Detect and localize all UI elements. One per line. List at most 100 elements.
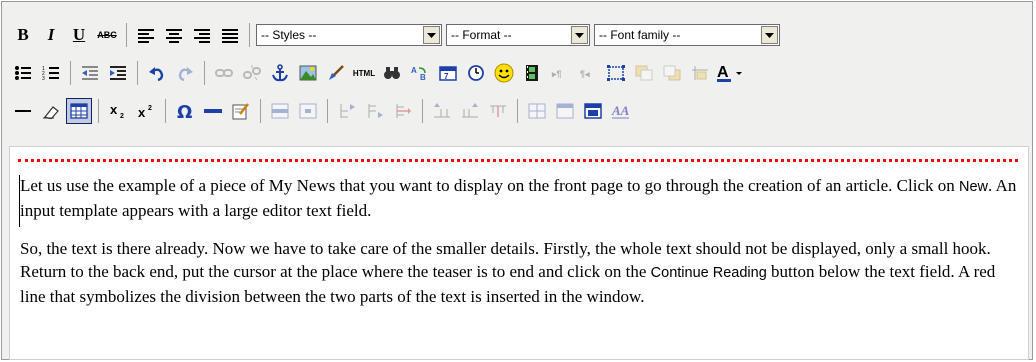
split-cells-button[interactable] [524,98,550,124]
ltr-icon: ▸¶ [551,69,562,79]
paragraph: So, the text is there already. Now we ha… [20,239,996,306]
chevron-down-icon [761,26,778,44]
search-replace-button[interactable] [379,60,405,86]
svg-text:3: 3 [42,76,45,81]
align-left-icon [138,29,154,43]
insert-row-after-icon [368,104,383,118]
svg-text:AA: AA [611,103,630,118]
horizontal-rule-icon [15,110,31,112]
toolbar-separator [249,23,250,47]
merge-cells-icon [556,103,574,119]
insert-col-before-button[interactable] [429,98,455,124]
move-backward-button[interactable] [659,60,685,86]
font-color-button[interactable]: A [715,60,747,86]
continue-reading-reference: Continue Reading [650,265,767,281]
numbered-list-button[interactable]: 123 [38,60,64,86]
insert-time-button[interactable] [463,60,489,86]
delete-row-button[interactable] [390,98,416,124]
toggle-guidelines-button[interactable] [66,98,92,124]
cleanup-button[interactable] [323,60,349,86]
horizontal-line-icon [204,109,222,113]
insert-row-after-button[interactable] [362,98,388,124]
edit-attributes-button[interactable] [228,98,254,124]
bold-button[interactable]: B [10,22,36,48]
svg-text:Ω: Ω [177,102,192,120]
insert-image-button[interactable] [295,60,321,86]
delete-col-button[interactable] [485,98,511,124]
underline-button[interactable]: U [66,22,92,48]
table-row-props-button[interactable] [267,98,293,124]
font-family-select[interactable]: -- Font family -- [594,24,780,46]
insert-link-button[interactable] [211,60,237,86]
replace-button[interactable]: AB [407,60,433,86]
redo-button[interactable] [172,60,198,86]
horizontal-rule-button[interactable] [10,98,36,124]
svg-text:A: A [411,66,417,75]
toolbar-separator [70,61,71,85]
table-cell-props-icon [299,103,317,119]
table-grid-icon [70,103,88,119]
replace-icon: AB [411,66,426,81]
format-select[interactable]: -- Format -- [446,24,590,46]
new-button-reference: New [958,179,988,195]
font-family-select-value: -- Font family -- [599,28,681,42]
absolute-position-button[interactable] [687,60,713,86]
table-cell-props-button[interactable] [295,98,321,124]
insert-emoticon-button[interactable] [491,60,517,86]
subscript-icon: x2 [110,103,124,119]
move-forward-button[interactable] [631,60,657,86]
merge-cells-button[interactable] [552,98,578,124]
toolbar-row-3: x2 x2 Ω AA [10,96,636,126]
delete-row-icon [396,104,411,118]
align-justify-button[interactable] [217,22,243,48]
insert-date-button[interactable]: 7 [435,60,461,86]
anchor-button[interactable] [267,60,293,86]
rtl-button[interactable]: ¶◂ [575,60,601,86]
clock-icon [468,65,484,81]
unlink-button[interactable] [239,60,265,86]
italic-button[interactable]: I [38,22,64,48]
align-center-button[interactable] [161,22,187,48]
styles-select-value: -- Styles -- [261,28,317,42]
tinymce-editor: B I U ABC -- Styles -- -- Format -- -- F… [1,1,1033,360]
indent-icon [110,66,126,80]
binoculars-icon [384,67,400,79]
numbered-list-icon: 123 [42,66,59,81]
superscript-button[interactable]: x2 [133,98,159,124]
smiley-icon [494,63,514,83]
indent-button[interactable] [105,60,131,86]
insert-hr-block-button[interactable] [200,98,226,124]
insert-table-button[interactable] [580,98,606,124]
calendar-icon: 7 [439,66,457,81]
undo-icon [149,67,164,81]
styles-select[interactable]: -- Styles -- [256,24,442,46]
toolbar-row-1: B I U ABC -- Styles -- -- Format -- -- F… [10,20,784,50]
align-right-button[interactable] [189,22,215,48]
svg-text:▸¶: ▸¶ [551,69,562,79]
insert-col-before-icon [434,103,450,118]
insert-media-button[interactable] [519,60,545,86]
remove-format-button[interactable] [38,98,64,124]
outdent-button[interactable] [77,60,103,86]
ltr-button[interactable]: ▸¶ [547,60,573,86]
align-left-button[interactable] [133,22,159,48]
paragraph: Let us use the example of a piece of My … [20,176,1017,220]
subscript-button[interactable]: x2 [105,98,131,124]
bullet-list-button[interactable] [10,60,36,86]
html-source-button[interactable]: HTML [351,60,377,86]
editor-content-area[interactable]: Let us use the example of a piece of My … [9,146,1029,360]
toolbar-separator [260,99,261,123]
insert-col-after-button[interactable] [457,98,483,124]
insert-row-before-button[interactable] [334,98,360,124]
film-strip-icon [526,65,538,81]
strikethrough-button[interactable]: ABC [94,22,120,48]
toolbar-separator [126,23,127,47]
insert-layer-button[interactable] [603,60,629,86]
outdent-icon [82,66,98,80]
special-character-button[interactable]: Ω [172,98,198,124]
toolbar-separator [98,99,99,123]
undo-button[interactable] [144,60,170,86]
insert-col-after-icon [462,103,478,118]
toolbar-separator [517,99,518,123]
styles-props-button[interactable]: AA [608,98,634,124]
